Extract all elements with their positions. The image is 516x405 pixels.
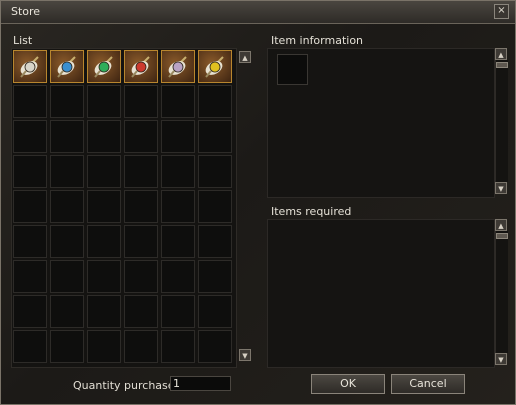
empty-slot[interactable] (124, 295, 158, 328)
empty-slot[interactable] (161, 330, 195, 363)
empty-slot[interactable] (124, 155, 158, 188)
empty-slot[interactable] (50, 225, 84, 258)
empty-slot[interactable] (13, 260, 47, 293)
req-scroll-up-button[interactable]: ▲ (495, 219, 507, 231)
title-bar[interactable]: Store × (1, 1, 515, 24)
item-information-panel (267, 48, 495, 198)
empty-slot[interactable] (13, 155, 47, 188)
green-potion-icon (94, 56, 113, 78)
items-required-label: Items required (271, 205, 352, 218)
white-potion-icon (20, 56, 39, 78)
empty-slot[interactable] (124, 260, 158, 293)
empty-slot[interactable] (198, 85, 232, 118)
list-item-slot[interactable] (87, 50, 121, 83)
empty-slot[interactable] (161, 155, 195, 188)
empty-slot[interactable] (161, 295, 195, 328)
req-scroll-down-button[interactable]: ▼ (495, 353, 507, 365)
purple-potion-icon (168, 56, 187, 78)
empty-slot[interactable] (13, 190, 47, 223)
empty-slot[interactable] (161, 85, 195, 118)
empty-slot[interactable] (198, 330, 232, 363)
list-item-slot[interactable] (161, 50, 195, 83)
info-scroll-down-button[interactable]: ▼ (495, 182, 507, 194)
empty-slot[interactable] (124, 190, 158, 223)
store-window: Store × List ▲ ▼ Item information ▲ ▼ It… (0, 0, 516, 405)
list-scroll-down-button[interactable]: ▼ (239, 349, 251, 361)
empty-slot[interactable] (50, 155, 84, 188)
req-scroll-thumb[interactable] (496, 233, 508, 239)
list-scroll-up-button[interactable]: ▲ (239, 51, 251, 63)
empty-slot[interactable] (13, 225, 47, 258)
empty-slot[interactable] (198, 260, 232, 293)
list-label: List (13, 34, 33, 47)
red-potion-icon (131, 56, 150, 78)
empty-slot[interactable] (124, 225, 158, 258)
empty-slot[interactable] (13, 85, 47, 118)
cancel-button[interactable]: Cancel (391, 374, 465, 394)
empty-slot[interactable] (13, 330, 47, 363)
empty-slot[interactable] (87, 190, 121, 223)
empty-slot[interactable] (198, 190, 232, 223)
yellow-potion-icon (205, 56, 224, 78)
empty-slot[interactable] (50, 295, 84, 328)
empty-slot[interactable] (50, 190, 84, 223)
empty-slot[interactable] (50, 330, 84, 363)
empty-slot[interactable] (161, 225, 195, 258)
ok-button[interactable]: OK (311, 374, 385, 394)
empty-slot[interactable] (87, 155, 121, 188)
empty-slot[interactable] (50, 85, 84, 118)
quantity-input[interactable] (170, 376, 231, 391)
info-scroll-up-button[interactable]: ▲ (495, 48, 507, 60)
blue-potion-icon (57, 56, 76, 78)
items-required-panel (267, 219, 495, 368)
empty-slot[interactable] (124, 85, 158, 118)
quantity-label: Quantity purchased (73, 379, 182, 392)
empty-slot[interactable] (87, 225, 121, 258)
empty-slot[interactable] (87, 295, 121, 328)
empty-slot[interactable] (13, 295, 47, 328)
req-scroll-track[interactable] (495, 231, 508, 353)
empty-slot[interactable] (50, 120, 84, 153)
empty-slot[interactable] (87, 330, 121, 363)
item-information-label: Item information (271, 34, 364, 47)
list-item-slot[interactable] (13, 50, 47, 83)
empty-slot[interactable] (13, 120, 47, 153)
empty-slot[interactable] (198, 225, 232, 258)
info-scroll-thumb[interactable] (496, 62, 508, 68)
empty-slot[interactable] (161, 190, 195, 223)
empty-slot[interactable] (124, 330, 158, 363)
empty-slot[interactable] (50, 260, 84, 293)
list-item-slot[interactable] (198, 50, 232, 83)
empty-slot[interactable] (87, 120, 121, 153)
list-item-slot[interactable] (50, 50, 84, 83)
empty-slot[interactable] (87, 260, 121, 293)
empty-slot[interactable] (198, 155, 232, 188)
empty-slot[interactable] (124, 120, 158, 153)
close-button[interactable]: × (494, 4, 509, 19)
item-grid (13, 50, 232, 363)
list-item-slot[interactable] (124, 50, 158, 83)
info-scroll-track[interactable] (495, 60, 508, 182)
empty-slot[interactable] (198, 295, 232, 328)
window-title: Store (11, 5, 41, 18)
item-information-slot (277, 54, 308, 85)
empty-slot[interactable] (87, 85, 121, 118)
empty-slot[interactable] (161, 120, 195, 153)
empty-slot[interactable] (198, 120, 232, 153)
item-list (11, 48, 237, 368)
empty-slot[interactable] (161, 260, 195, 293)
